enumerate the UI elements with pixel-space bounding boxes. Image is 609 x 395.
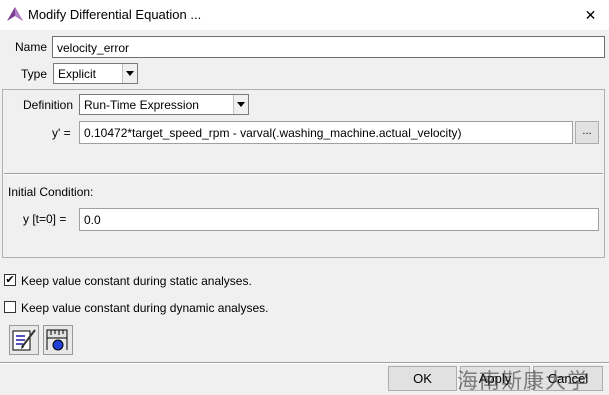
footer-divider <box>0 362 609 364</box>
type-select[interactable]: Explicit <box>53 63 138 84</box>
close-button[interactable]: ✕ <box>572 0 609 30</box>
title-bar: Modify Differential Equation ... ✕ <box>0 0 609 30</box>
edit-notes-icon <box>12 329 36 351</box>
chevron-down-icon[interactable] <box>122 64 137 83</box>
dialog-body: Name velocity_error Type Explicit Defini… <box>0 30 609 395</box>
type-value: Explicit <box>58 67 97 81</box>
app-logo-icon <box>7 7 23 21</box>
definition-label: Definition <box>23 98 74 112</box>
measure-plot-icon <box>46 329 68 351</box>
measure-plot-button[interactable] <box>43 325 73 355</box>
static-analyses-checkbox[interactable]: ✔ <box>4 274 16 286</box>
type-label: Type <box>21 67 48 81</box>
ok-button[interactable]: OK <box>388 366 457 391</box>
window-title: Modify Differential Equation ... <box>28 7 202 22</box>
initial-condition-heading: Initial Condition: <box>8 185 94 199</box>
static-analyses-label: Keep value constant during static analys… <box>21 274 252 288</box>
expression-input[interactable]: 0.10472*target_speed_rpm - varval(.washi… <box>79 121 573 144</box>
dynamic-analyses-checkbox[interactable] <box>4 301 16 313</box>
definition-select[interactable]: Run-Time Expression <box>79 94 249 115</box>
close-icon: ✕ <box>584 7 597 23</box>
initial-condition-input[interactable]: 0.0 <box>79 208 599 231</box>
name-label: Name <box>15 40 48 54</box>
definition-value: Run-Time Expression <box>84 98 199 112</box>
yprime-label: y' = <box>52 126 71 140</box>
dynamic-analyses-label: Keep value constant during dynamic analy… <box>21 301 269 315</box>
panel-divider <box>4 173 603 175</box>
name-input[interactable]: velocity_error <box>52 36 605 58</box>
cancel-button[interactable]: Cancel <box>533 366 603 391</box>
edit-notes-button[interactable] <box>9 325 39 355</box>
apply-button[interactable]: Apply <box>460 366 530 391</box>
chevron-down-icon[interactable] <box>233 95 248 114</box>
expression-builder-button[interactable]: ... <box>575 121 599 144</box>
initial-condition-label: y [t=0] = <box>23 212 67 226</box>
